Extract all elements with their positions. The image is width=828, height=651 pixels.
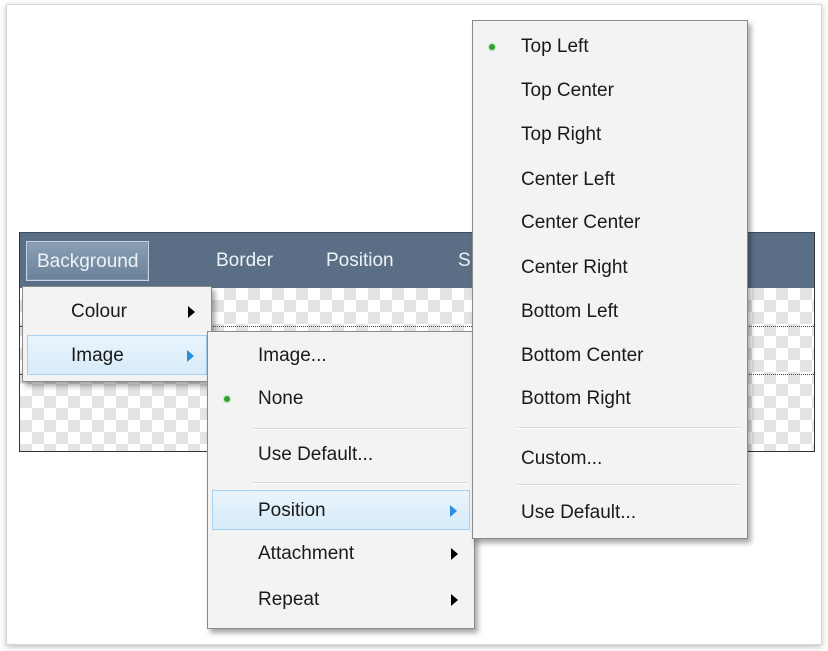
menu-separator [517, 484, 741, 486]
menu-item-label: Attachment [258, 543, 355, 564]
menu-item-image[interactable]: Image [27, 335, 207, 375]
menu-item-label: Bottom Center [521, 345, 644, 366]
menu-item-attachment[interactable]: Attachment [212, 534, 470, 574]
menubar-position[interactable]: Position [316, 241, 404, 281]
menu-item-top-center[interactable]: Top Center [477, 71, 743, 111]
menu-item-none[interactable]: None [212, 379, 470, 419]
background-menu: Colour Image [22, 286, 212, 382]
menu-item-label: Center Center [521, 212, 641, 233]
position-menu: Top Left Top Center Top Right Center Lef… [472, 20, 748, 539]
menu-item-position[interactable]: Position [212, 490, 470, 530]
menu-item-center-right[interactable]: Center Right [477, 248, 743, 288]
submenu-arrow-icon [450, 505, 457, 517]
menu-item-center-left[interactable]: Center Left [477, 160, 743, 200]
menu-item-label: Center Right [521, 257, 628, 278]
menu-item-bottom-right[interactable]: Bottom Right [477, 379, 743, 419]
menu-item-label: Image [71, 345, 124, 366]
menu-item-label: Bottom Right [521, 388, 631, 409]
submenu-arrow-icon [187, 350, 194, 362]
menu-item-custom[interactable]: Custom... [477, 439, 743, 479]
submenu-arrow-icon [451, 594, 458, 606]
menu-item-label: Colour [71, 301, 127, 322]
menu-item-label: Center Left [521, 169, 615, 190]
image-menu: Image... None Use Default... Position At… [207, 331, 475, 629]
menu-item-image-file[interactable]: Image... [212, 336, 470, 376]
menubar-border[interactable]: Border [206, 241, 283, 281]
menu-item-label: Top Left [521, 36, 589, 57]
menu-item-label: Use Default... [258, 444, 374, 465]
check-bullet-icon [224, 396, 230, 402]
menu-item-label: Top Center [521, 80, 614, 101]
menu-item-label: Position [258, 500, 326, 521]
menu-item-bottom-left[interactable]: Bottom Left [477, 292, 743, 332]
menu-item-bottom-center[interactable]: Bottom Center [477, 336, 743, 376]
menu-item-top-left[interactable]: Top Left [477, 27, 743, 67]
menu-separator [517, 427, 741, 429]
menu-item-center-center[interactable]: Center Center [477, 203, 743, 243]
menu-item-label: Image... [258, 345, 327, 366]
menu-item-label: Custom... [521, 448, 603, 469]
menu-item-top-right[interactable]: Top Right [477, 115, 743, 155]
menu-item-use-default[interactable]: Use Default... [212, 435, 470, 475]
menu-item-label: Repeat [258, 589, 320, 610]
menu-separator [252, 482, 468, 484]
menu-item-colour[interactable]: Colour [27, 292, 207, 332]
submenu-arrow-icon [188, 306, 195, 318]
check-bullet-icon [489, 44, 495, 50]
menu-item-repeat[interactable]: Repeat [212, 580, 470, 620]
submenu-arrow-icon [451, 548, 458, 560]
menu-item-label: None [258, 388, 304, 409]
menubar-background[interactable]: Background [26, 241, 150, 281]
menu-item-use-default-position[interactable]: Use Default... [477, 493, 743, 533]
menu-item-label: Use Default... [521, 502, 637, 523]
menu-item-label: Top Right [521, 124, 602, 145]
menu-item-label: Bottom Left [521, 301, 619, 322]
menu-separator [252, 428, 468, 430]
